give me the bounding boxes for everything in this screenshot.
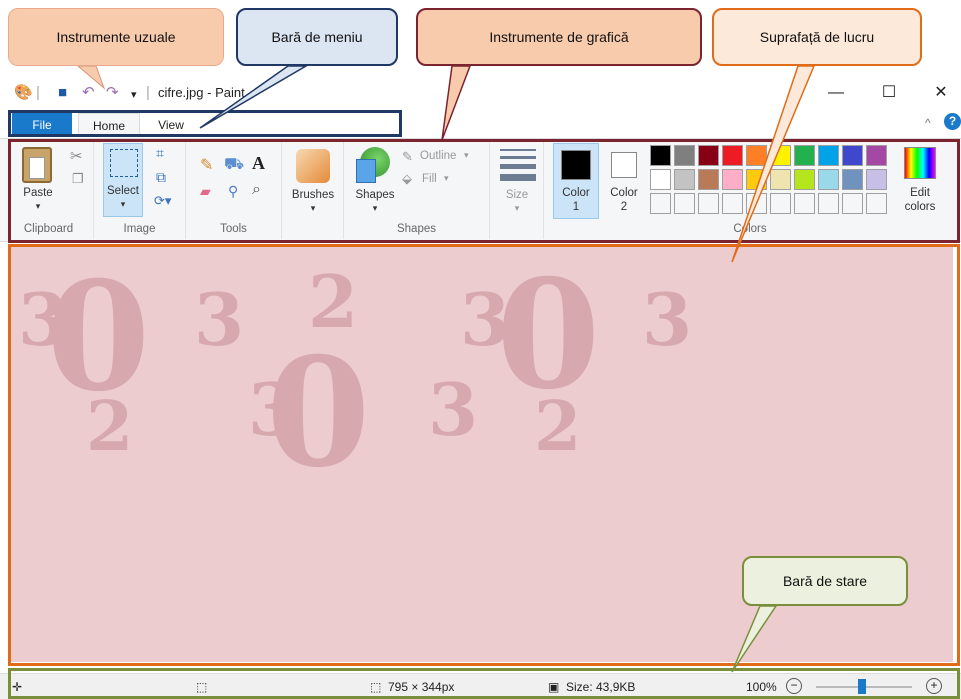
callout-menu-bar: Bară de meniu	[236, 8, 398, 66]
callout-graphics-tools: Instrumente de grafică	[416, 8, 702, 66]
callout-work-area: Suprafață de lucru	[712, 8, 922, 66]
callout-quick-access: Instrumente uzuale	[8, 8, 224, 66]
callout-status-bar: Bară de stare	[742, 556, 908, 606]
